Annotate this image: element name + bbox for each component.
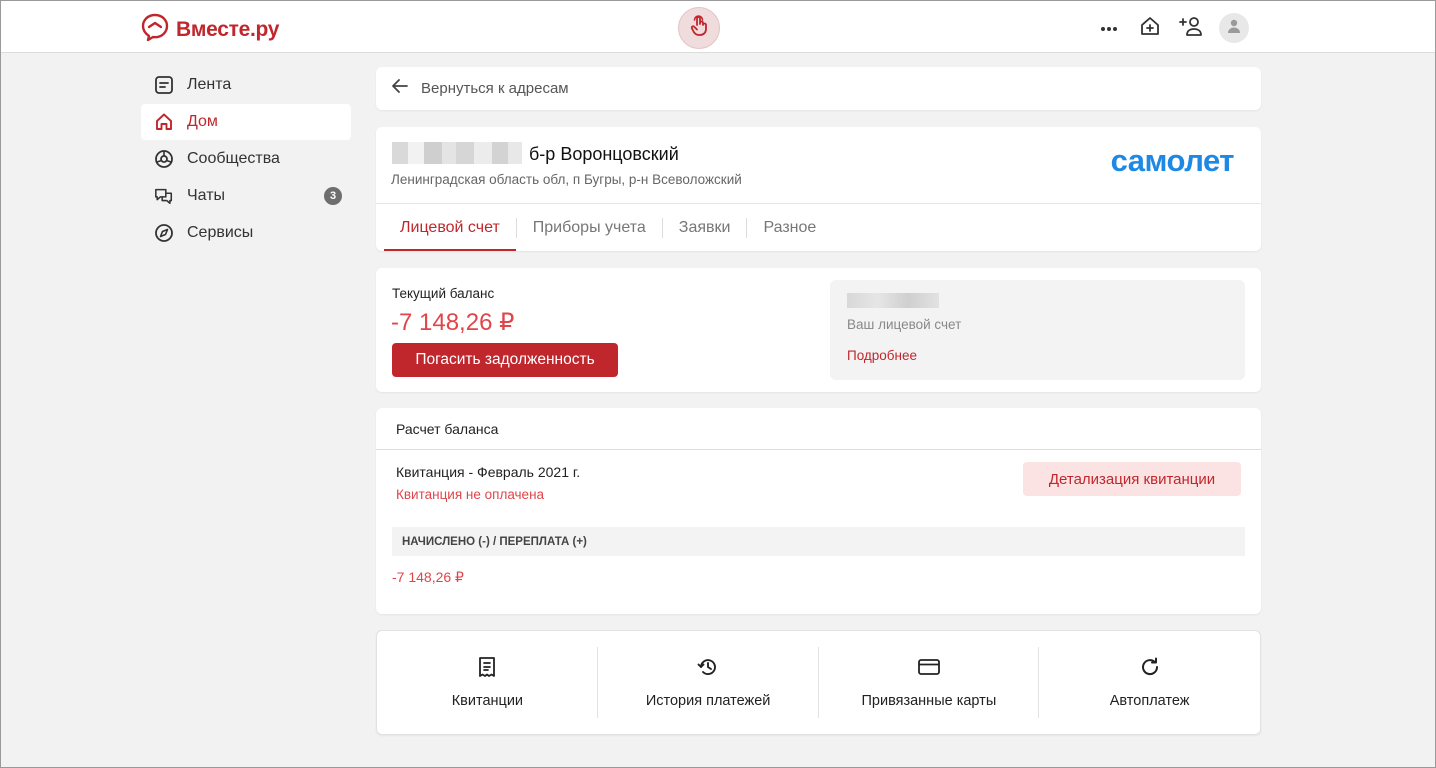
home-plus-icon <box>1139 15 1161 42</box>
sidebar-item-label: Чаты <box>187 187 226 204</box>
receipt-icon <box>475 655 499 679</box>
balance-label: Текущий баланс <box>392 286 495 301</box>
add-home-button[interactable] <box>1135 13 1165 43</box>
refresh-icon <box>1138 655 1162 679</box>
redacted-account-number <box>847 293 939 308</box>
more-button[interactable] <box>1094 13 1124 43</box>
logo-text: Вместе.ру <box>176 17 280 41</box>
logo-icon <box>140 12 170 47</box>
balance-card: Текущий баланс -7 148,26 ₽ Погасить задо… <box>376 268 1261 392</box>
calculation-amount: -7 148,26 ₽ <box>392 569 464 585</box>
actions-card: Квитанции История платежей Привязанные к… <box>376 630 1261 735</box>
tab-meters[interactable]: Приборы учета <box>517 204 662 251</box>
sidebar-item-label: Дом <box>187 113 218 130</box>
touch-hand-icon <box>687 14 711 43</box>
address-region: Ленинградская область обл, п Бугры, р-н … <box>391 172 742 187</box>
sidebar-item-home[interactable]: Дом <box>141 104 351 140</box>
back-label: Вернуться к адресам <box>421 80 569 97</box>
more-icon <box>1100 19 1118 37</box>
action-label: История платежей <box>645 693 771 709</box>
history-icon <box>696 655 720 679</box>
balance-calculation-card: Расчет баланса Квитанция - Февраль 2021 … <box>376 408 1261 614</box>
more-details-link[interactable]: Подробнее <box>847 348 917 363</box>
payment-history-action[interactable]: История платежей <box>598 631 819 734</box>
receipt-title: Квитанция - Февраль 2021 г. <box>396 464 581 480</box>
company-logo: самолет <box>1110 143 1235 178</box>
calculation-header: Расчет баланса <box>376 408 1261 450</box>
arrow-left-icon <box>391 78 409 99</box>
feed-icon <box>154 75 174 95</box>
top-bar: Вместе.ру <box>1 1 1435 53</box>
compass-icon <box>154 223 174 243</box>
action-label: Автоплатеж <box>1109 693 1190 709</box>
avatar[interactable] <box>1219 13 1249 43</box>
chat-count-badge: 3 <box>324 187 342 205</box>
action-label: Привязанные карты <box>861 693 997 709</box>
chat-icon <box>154 186 174 206</box>
sidebar-item-services[interactable]: Сервисы <box>141 215 351 251</box>
receipt-details-button[interactable]: Детализация квитанции <box>1023 462 1241 496</box>
column-header: НАЧИСЛЕНО (-) / ПЕРЕПЛАТА (+) <box>392 527 1245 556</box>
add-user-button[interactable] <box>1176 13 1206 43</box>
linked-cards-action[interactable]: Привязанные карты <box>819 631 1040 734</box>
sidebar-item-label: Сервисы <box>187 224 254 241</box>
account-label: Ваш лицевой счет <box>847 317 962 332</box>
back-to-addresses[interactable]: Вернуться к адресам <box>376 67 1261 110</box>
tab-requests[interactable]: Заявки <box>663 204 747 251</box>
account-box: Ваш лицевой счет Подробнее <box>830 280 1245 380</box>
user-avatar-icon <box>1226 18 1242 39</box>
action-label: Квитанции <box>451 693 524 709</box>
receipt-status: Квитанция не оплачена <box>396 487 545 502</box>
sidebar-item-communities[interactable]: Сообщества <box>141 141 351 177</box>
sidebar-item-feed[interactable]: Лента <box>141 67 351 103</box>
logo[interactable]: Вместе.ру <box>140 12 279 47</box>
receipts-action[interactable]: Квитанции <box>377 631 598 734</box>
tab-bar: Лицевой счет Приборы учета Заявки Разное <box>376 204 1261 251</box>
address-street: б-р Воронцовский <box>529 144 679 164</box>
address-card: б-р Воронцовский Ленинградская область о… <box>376 127 1261 251</box>
add-user-icon <box>1179 15 1203 42</box>
sidebar-item-label: Сообщества <box>187 150 280 167</box>
sidebar: Лента Дом Сообщества Чаты 3 Сервисы <box>141 67 351 252</box>
touch-button[interactable] <box>678 7 720 49</box>
tab-misc[interactable]: Разное <box>747 204 832 251</box>
redacted-address-number <box>392 142 522 164</box>
house-icon <box>154 112 174 132</box>
autopay-action[interactable]: Автоплатеж <box>1039 631 1260 734</box>
communities-icon <box>154 149 174 169</box>
pay-debt-button[interactable]: Погасить задолженность <box>392 343 618 377</box>
sidebar-item-chats[interactable]: Чаты 3 <box>141 178 351 214</box>
card-icon <box>917 655 941 679</box>
sidebar-item-label: Лента <box>187 76 232 93</box>
tab-personal-account[interactable]: Лицевой счет <box>384 204 516 251</box>
balance-value: -7 148,26 ₽ <box>391 309 515 336</box>
